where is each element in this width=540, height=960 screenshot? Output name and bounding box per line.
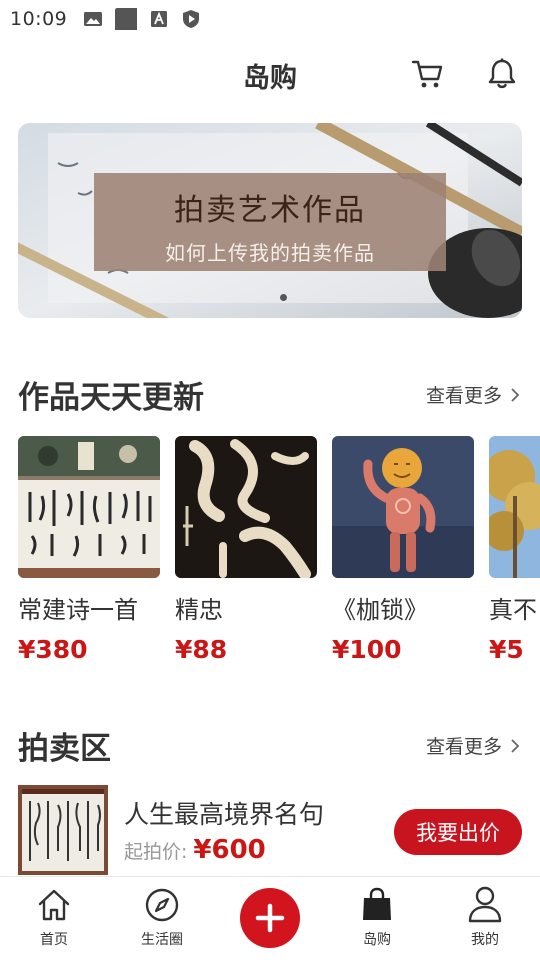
carousel-indicator-dot bbox=[280, 294, 287, 301]
tab-label: 首页 bbox=[40, 932, 68, 948]
work-thumbnail bbox=[175, 436, 317, 578]
work-name: 常建诗一首 bbox=[18, 596, 138, 624]
compass-icon bbox=[145, 888, 179, 922]
work-name: 精忠 bbox=[175, 596, 223, 624]
see-more-label: 查看更多 bbox=[425, 385, 502, 407]
banner-carousel[interactable]: 拍卖艺术作品 如何上传我的拍卖作品 bbox=[18, 123, 522, 318]
publish-button[interactable] bbox=[240, 888, 300, 948]
shield-icon bbox=[183, 10, 200, 28]
banner-subtitle: 如何上传我的拍卖作品 bbox=[165, 241, 375, 265]
bell-icon bbox=[488, 58, 516, 89]
works-list[interactable]: 常建诗一首 ¥380 精忠 ¥88 《枷锁》 ¥100 真不 ¥5 bbox=[18, 436, 540, 666]
work-thumbnail bbox=[489, 436, 540, 578]
user-icon bbox=[468, 886, 502, 923]
place-bid-button[interactable]: 我要出价 bbox=[394, 809, 522, 855]
work-thumbnail bbox=[332, 436, 474, 578]
plus-icon bbox=[255, 903, 285, 933]
page-title: 岛购 bbox=[243, 63, 297, 94]
cart-icon bbox=[411, 60, 443, 88]
works-see-more-link[interactable]: 查看更多 bbox=[426, 381, 520, 408]
work-card[interactable]: 真不 ¥5 bbox=[489, 436, 540, 664]
status-bar: 10:09 bbox=[0, 0, 540, 38]
chevron-right-icon bbox=[511, 387, 520, 402]
tab-home[interactable]: 首页 bbox=[0, 877, 108, 960]
tab-label: 生活圈 bbox=[141, 932, 183, 948]
starting-price-label: 起拍价: bbox=[124, 841, 188, 863]
square-icon bbox=[115, 8, 138, 30]
tab-label: 我的 bbox=[471, 932, 499, 948]
tab-island-shop[interactable]: 岛购 bbox=[323, 877, 431, 960]
work-price: ¥5 bbox=[489, 635, 524, 664]
status-time: 10:09 bbox=[10, 8, 68, 30]
font-icon bbox=[151, 11, 168, 27]
image-icon bbox=[84, 12, 103, 26]
auction-thumbnail bbox=[18, 785, 108, 875]
work-card[interactable]: 常建诗一首 ¥380 bbox=[18, 436, 160, 664]
work-card[interactable]: 《枷锁》 ¥100 bbox=[332, 436, 474, 664]
auction-section-title: 拍卖区 bbox=[18, 731, 111, 767]
starting-price: ¥600 bbox=[193, 835, 266, 865]
tab-label: 岛购 bbox=[363, 932, 391, 948]
auction-see-more-link[interactable]: 查看更多 bbox=[426, 732, 520, 759]
home-icon bbox=[38, 889, 70, 921]
banner-caption: 拍卖艺术作品 如何上传我的拍卖作品 bbox=[94, 173, 446, 271]
chevron-right-icon bbox=[511, 738, 520, 753]
notification-button[interactable] bbox=[484, 56, 520, 92]
tab-life-circle[interactable]: 生活圈 bbox=[108, 877, 216, 960]
see-more-label: 查看更多 bbox=[425, 736, 502, 758]
work-price: ¥88 bbox=[175, 635, 228, 664]
bottom-tab-bar: 首页 生活圈 岛购 我的 bbox=[0, 876, 540, 960]
work-name: 真不 bbox=[489, 596, 537, 624]
shopping-bag-icon bbox=[363, 887, 391, 920]
works-section-title: 作品天天更新 bbox=[18, 380, 204, 416]
banner-title: 拍卖艺术作品 bbox=[174, 193, 366, 228]
status-icons bbox=[83, 8, 201, 30]
app-header: 岛购 bbox=[0, 48, 540, 100]
work-price: ¥100 bbox=[332, 635, 402, 664]
work-thumbnail bbox=[18, 436, 160, 578]
work-name: 《枷锁》 bbox=[332, 596, 428, 624]
auction-item-name: 人生最高境界名句 bbox=[124, 800, 325, 829]
tab-mine[interactable]: 我的 bbox=[431, 877, 539, 960]
work-card[interactable]: 精忠 ¥88 bbox=[175, 436, 317, 664]
work-price: ¥380 bbox=[18, 635, 88, 664]
auction-price-row: 起拍价: ¥600 bbox=[124, 835, 266, 865]
cart-button[interactable] bbox=[410, 56, 446, 92]
auction-list-item[interactable]: 人生最高境界名句 起拍价: ¥600 我要出价 bbox=[18, 785, 522, 875]
